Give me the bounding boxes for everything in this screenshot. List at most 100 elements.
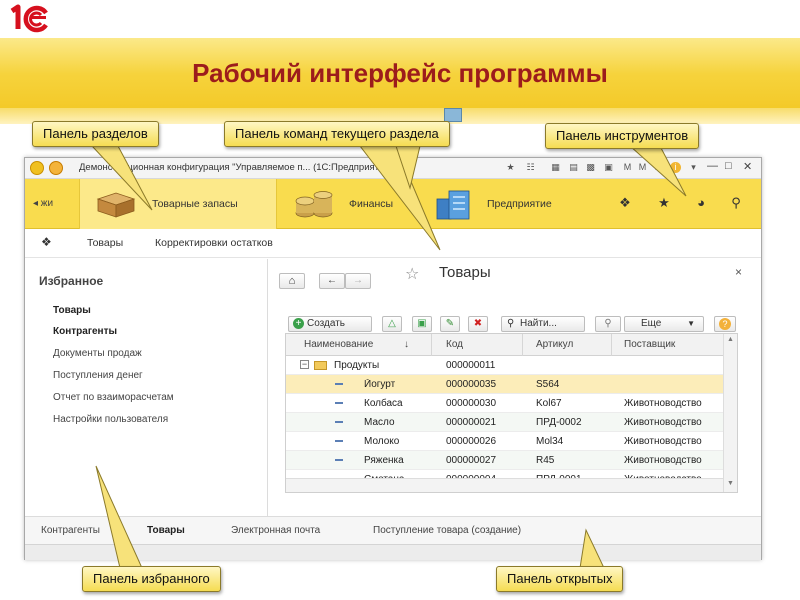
edit-button[interactable]: ✎ — [440, 316, 460, 332]
collapse-icon[interactable]: − — [300, 360, 309, 369]
column-header-article[interactable]: Артикул — [536, 339, 573, 350]
add-folder-button[interactable]: △ — [382, 316, 402, 332]
more-label: Еще — [641, 318, 662, 329]
cell-name: Молоко — [364, 436, 400, 447]
table-row-group[interactable]: − Продукты 000000011 — [286, 356, 723, 375]
sections-scroll-left[interactable]: ◂ жи — [25, 179, 69, 229]
cell-code: 000000035 — [446, 379, 497, 390]
sort-arrow-icon: ↓ — [404, 339, 409, 350]
plus-icon: + — [293, 318, 304, 329]
tools-star-icon[interactable]: ★ — [656, 195, 672, 211]
tb-calendar-icon[interactable]: ▤ — [568, 162, 579, 173]
open-window-tab[interactable]: Электронная почта — [231, 525, 320, 536]
forward-button[interactable]: → — [345, 273, 371, 289]
workspace: ⌂ ← → ☆ Товары × + Создать △ ▣ ✎ ✖ ⚲ Най… — [269, 259, 761, 516]
find-label: Найти... — [520, 318, 557, 329]
maximize-button[interactable]: □ — [725, 160, 732, 172]
item-icon — [335, 421, 343, 423]
home-button[interactable]: ⌂ — [279, 273, 305, 289]
tools-search-icon[interactable]: ⚲ — [728, 195, 744, 211]
open-windows-panel: Контрагенты Товары Электронная почта Пос… — [25, 516, 761, 544]
more-button[interactable]: Еще ▼ — [624, 316, 704, 332]
callout-commands-panel: Панель команд текущего раздела — [224, 121, 450, 147]
table-row[interactable]: Йогурт 000000035 S564 — [286, 375, 723, 394]
tb-mplus-icon[interactable]: M — [637, 162, 648, 173]
tb-memory-icon[interactable]: M — [622, 162, 633, 173]
favorite-item[interactable]: Контрагенты — [53, 326, 117, 337]
section-finance[interactable]: Финансы — [287, 179, 419, 229]
boxes-icon — [96, 192, 136, 218]
app-1c-icon[interactable] — [30, 161, 44, 175]
favorite-item[interactable]: Товары — [53, 305, 91, 316]
menu-dropdown-icon[interactable] — [49, 161, 63, 175]
cell-supplier: Животноводство — [624, 398, 702, 409]
tb-info-icon[interactable]: i — [670, 162, 681, 173]
column-header-code[interactable]: Код — [446, 339, 463, 350]
favorite-item[interactable]: Настройки пользователя — [53, 414, 168, 425]
cell-name: Йогурт — [364, 379, 396, 390]
open-window-tab[interactable]: Поступление товара (создание) — [373, 525, 521, 536]
table-row[interactable]: Ряженка 000000027 R45 Животноводство — [286, 451, 723, 470]
cancel-search-button[interactable]: ⚲ — [595, 316, 621, 332]
help-button[interactable]: ? — [714, 316, 736, 332]
window-title: Демонстрационная конфигурация "Управляем… — [79, 162, 393, 173]
cell-article: Kol67 — [536, 398, 562, 409]
help-icon: ? — [719, 318, 731, 330]
commands-settings-icon[interactable]: ❖ — [41, 235, 52, 249]
tools-history-icon[interactable]: ◕ — [693, 195, 709, 211]
cell-article: Mol34 — [536, 436, 564, 447]
command-stock-adjustments[interactable]: Корректировки остатков — [155, 237, 273, 249]
form-close-button[interactable]: × — [735, 265, 742, 279]
tb-calc-icon[interactable]: ▦ — [550, 162, 561, 173]
open-window-tab-active[interactable]: Товары — [147, 525, 185, 536]
tools-settings-icon[interactable]: ❖ — [617, 195, 633, 211]
create-button[interactable]: + Создать — [288, 316, 372, 332]
app-window: Демонстрационная конфигурация "Управляем… — [24, 157, 762, 560]
column-header-name[interactable]: Наименование — [304, 339, 373, 350]
find-button[interactable]: ⚲ Найти... — [501, 316, 585, 332]
copy-button[interactable]: ▣ — [412, 316, 432, 332]
item-icon — [335, 383, 343, 385]
cell-supplier: Животноводство — [624, 417, 702, 428]
cell-supplier: Животноводство — [624, 455, 702, 466]
callout-sections-panel: Панель разделов — [32, 121, 159, 147]
tb-print-icon[interactable]: ▣ — [603, 162, 614, 173]
cell-code: 000000030 — [446, 398, 497, 409]
tb-history-icon[interactable]: ☷ — [525, 162, 536, 173]
open-window-tab[interactable]: Контрагенты — [41, 525, 100, 536]
table-row[interactable]: Масло 000000021 ПРД-0002 Животноводство — [286, 413, 723, 432]
form-title: Товары — [439, 264, 491, 281]
restore-window-icon[interactable] — [444, 108, 462, 122]
scroll-down-icon[interactable]: ▼ — [727, 480, 734, 487]
goods-table: Наименование ↓ Код Артикул Поставщик − П… — [285, 333, 738, 493]
command-goods[interactable]: Товары — [87, 237, 123, 249]
tb-mminus-icon[interactable]: M — [653, 162, 664, 173]
close-window-button[interactable]: ✕ — [743, 160, 752, 173]
magnifier-icon: ⚲ — [507, 318, 515, 329]
section-inventory[interactable]: Товарные запасы — [79, 179, 277, 229]
coins-icon — [295, 191, 333, 218]
minimize-button[interactable]: — — [707, 160, 718, 172]
table-row[interactable]: Молоко 000000026 Mol34 Животноводство — [286, 432, 723, 451]
tb-table-icon[interactable]: ▩ — [585, 162, 596, 173]
favorite-item[interactable]: Отчет по взаиморасчетам — [53, 392, 174, 403]
cell-code: 000000026 — [446, 436, 497, 447]
horizontal-scrollbar[interactable] — [286, 478, 723, 492]
scroll-up-icon[interactable]: ▲ — [727, 336, 734, 343]
section-enterprise[interactable]: Предприятие — [429, 179, 569, 229]
favorite-item[interactable]: Документы продаж — [53, 348, 142, 359]
back-button[interactable]: ← — [319, 273, 345, 289]
callout-tools-panel: Панель инструментов — [545, 123, 700, 149]
table-row[interactable]: Колбаса 000000030 Kol67 Животноводство — [286, 394, 723, 413]
tb-favorites-icon[interactable]: ★ — [505, 162, 516, 173]
favorites-header: Избранное — [39, 274, 104, 288]
vertical-scrollbar[interactable]: ▲ ▼ — [723, 334, 737, 492]
create-label: Создать — [307, 318, 346, 329]
favorite-star-icon[interactable]: ☆ — [405, 264, 419, 284]
favorites-panel: Избранное Товары Контрагенты Документы п… — [25, 259, 268, 516]
tb-arrow-down-icon[interactable]: ▾ — [688, 162, 699, 173]
delete-button[interactable]: ✖ — [468, 316, 488, 332]
favorite-item[interactable]: Поступления денег — [53, 370, 143, 381]
logo-1c-icon — [10, 4, 48, 33]
column-header-supplier[interactable]: Поставщик — [624, 339, 675, 350]
